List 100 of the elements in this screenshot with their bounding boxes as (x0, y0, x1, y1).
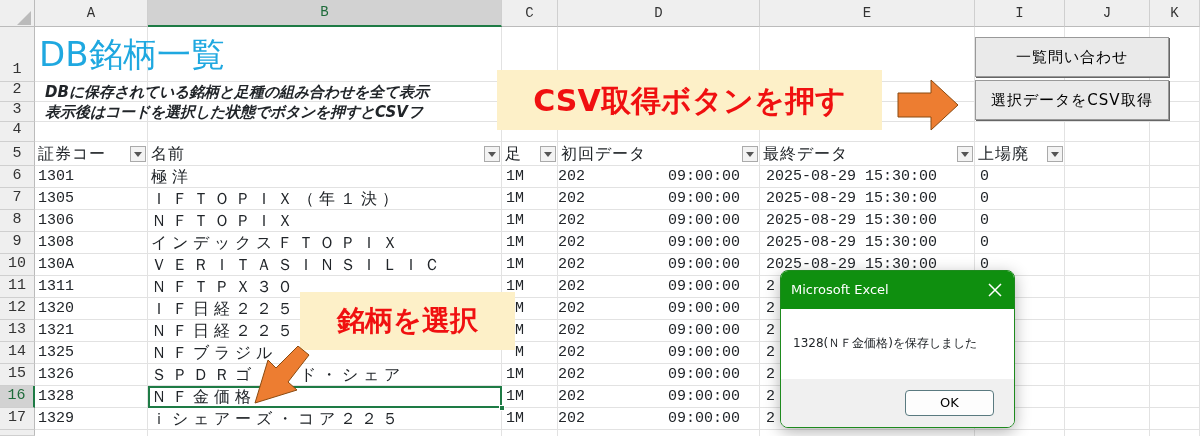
table-cell-text: 09:00:00 (668, 408, 740, 429)
callout-label: 銘柄を選択 (300, 292, 515, 350)
dropdown-arrow-icon (134, 151, 142, 157)
dialog-title: Microsoft Excel (791, 281, 889, 300)
table-cell-text: ｉシェアーズ・コア２２５ (150, 408, 403, 430)
table-cell-text: 0 (979, 210, 989, 231)
filter-button[interactable] (484, 146, 500, 162)
filter-button[interactable] (130, 146, 146, 162)
table-cell-text: 1M (506, 188, 524, 209)
table-cell-text: 09:00:00 (668, 320, 740, 341)
row-header[interactable]: 14 (0, 342, 35, 364)
table-cell-text: 1M (506, 364, 524, 385)
sheet-title: DB銘柄一覧 (38, 33, 225, 76)
column-header[interactable]: J (1065, 0, 1150, 27)
row-header[interactable]: 17 (0, 408, 35, 430)
row-header[interactable]: 1 (0, 27, 35, 82)
table-cell-text: 2025-08-29 15:30:00 (765, 232, 938, 253)
table-cell-text: ＶＥＲＩＴＡＳＩＮＳＩＬＩＣ (150, 254, 445, 276)
table-cell-text: 202 (558, 276, 585, 297)
table-cell-text: インデックスＦＴＯＰＩＸ (150, 232, 403, 254)
table-cell-text: 202 (558, 408, 585, 429)
dropdown-arrow-icon (746, 151, 754, 157)
table-cell-text: 09:00:00 (668, 254, 740, 275)
row-header[interactable]: 6 (0, 166, 35, 188)
row-header[interactable]: 9 (0, 232, 35, 254)
close-icon[interactable] (988, 283, 1002, 297)
table-cell-text: 1M (506, 254, 524, 275)
row-header[interactable]: 15 (0, 364, 35, 386)
table-cell-text: ＮＦ金価格 (150, 386, 256, 408)
dropdown-arrow-icon (1051, 151, 1059, 157)
table-cell-text: 1308 (37, 232, 74, 253)
description-text: 表示後はコードを選択した状態でボタンを押すとCSVフ (44, 101, 423, 123)
sheet-button[interactable]: 一覧問い合わせ (975, 37, 1169, 77)
filter-button[interactable] (540, 146, 556, 162)
table-cell-text: 09:00:00 (668, 298, 740, 319)
column-header[interactable]: C (502, 0, 558, 27)
column-header[interactable]: D (558, 0, 760, 27)
table-cell-text: 0 (979, 232, 989, 253)
table-cell-text: 1M (506, 408, 524, 429)
column-header[interactable]: K (1150, 0, 1200, 27)
column-heading: 初回データ (560, 143, 646, 165)
column-header[interactable]: E (760, 0, 975, 27)
description-text: DBに保存されている銘柄と足種の組み合わせを全て表示 (44, 81, 429, 103)
table-cell-text: 0 (979, 188, 989, 209)
row-header[interactable]: 5 (0, 142, 35, 166)
column-header[interactable]: B (148, 0, 502, 27)
row-header[interactable]: 11 (0, 276, 35, 298)
row-header[interactable]: 3 (0, 102, 35, 122)
column-heading: 証券コー (37, 143, 106, 165)
dialog-message: 1328(ＮＦ金価格)を保存しました (792, 335, 977, 352)
table-cell-text: 1321 (37, 320, 74, 341)
row-header[interactable]: 16 (0, 386, 35, 408)
table-cell-text: 2025-08-29 15:30:00 (765, 188, 938, 209)
table-cell-text: 09:00:00 (668, 232, 740, 253)
row-header[interactable]: 12 (0, 298, 35, 320)
table-cell-text: 1328 (37, 386, 74, 407)
dropdown-arrow-icon (488, 151, 496, 157)
row-header[interactable]: 4 (0, 122, 35, 142)
table-cell-text: 09:00:00 (668, 342, 740, 363)
table-cell-text: 202 (558, 364, 585, 385)
table-cell-text: 1325 (37, 342, 74, 363)
table-cell-text: 2025-08-29 15:30:00 (765, 210, 938, 231)
column-header[interactable]: I (975, 0, 1065, 27)
fill-handle[interactable] (499, 405, 505, 411)
table-cell-text: ＮＦ日経２２５ (150, 320, 298, 342)
table-cell-text: 09:00:00 (668, 210, 740, 231)
table-cell-text: ＮＦＴＯＰＩＸ (150, 210, 298, 232)
table-cell-text: 1326 (37, 364, 74, 385)
arrow-icon (897, 79, 959, 131)
table-cell-text: 1301 (37, 166, 74, 187)
table-cell-text: M (515, 320, 524, 341)
table-cell-text: 202 (558, 232, 585, 253)
table-cell-text: 09:00:00 (668, 166, 740, 187)
table-cell-text: ＮＦＴＰＸ３０ (150, 276, 298, 298)
sheet-button[interactable]: 選択データをCSV取得 (975, 80, 1169, 120)
filter-button[interactable] (1047, 146, 1063, 162)
table-cell-text: M (515, 342, 524, 363)
ok-button[interactable]: OK (905, 390, 994, 416)
row-header[interactable]: 13 (0, 320, 35, 342)
row-header[interactable]: 2 (0, 82, 35, 102)
row-header[interactable]: 8 (0, 210, 35, 232)
table-cell-text: 09:00:00 (668, 364, 740, 385)
row-header[interactable]: 10 (0, 254, 35, 276)
row-header[interactable]: 7 (0, 188, 35, 210)
table-cell-text: 2025-08-29 15:30:00 (765, 254, 938, 275)
table-cell-text: 1329 (37, 408, 74, 429)
table-cell-text: 202 (558, 320, 585, 341)
table-cell-text: 1320 (37, 298, 74, 319)
table-cell-text: 09:00:00 (668, 276, 740, 297)
table-cell-text: 1M (506, 386, 524, 407)
filter-button[interactable] (957, 146, 973, 162)
table-cell-text: 1311 (37, 276, 74, 297)
table-cell-text: 2 (765, 364, 775, 385)
column-header[interactable]: A (35, 0, 148, 27)
filter-button[interactable] (742, 146, 758, 162)
table-cell-text: 202 (558, 166, 585, 187)
table-cell-text: 130A (37, 254, 74, 275)
table-cell-text: ＩＦＴＯＰＩＸ（年１決） (150, 188, 403, 210)
table-cell-text: ＳＰＤＲゴ (150, 364, 256, 386)
table-cell-text: 0 (979, 254, 989, 275)
